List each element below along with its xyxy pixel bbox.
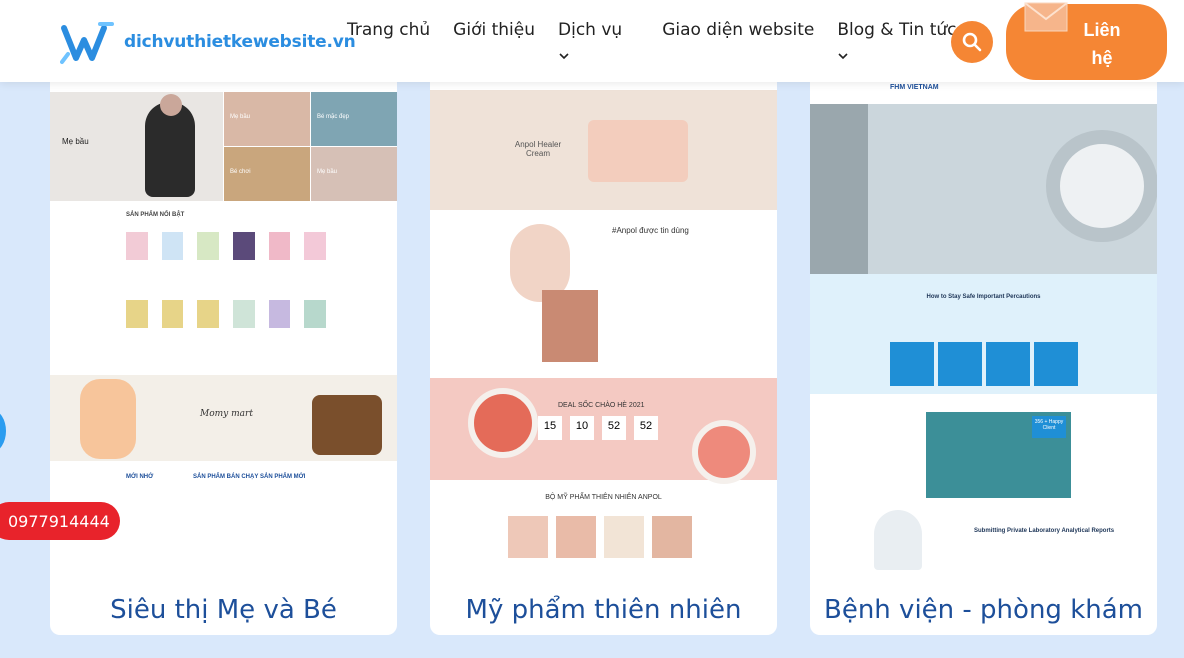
product-bottle <box>542 290 598 362</box>
countdown-hours: 10 <box>570 416 594 440</box>
compact-right <box>692 420 756 484</box>
mail-icon <box>1024 2 1068 32</box>
col-title-3: SẢN PHẨM MỚI <box>260 474 306 480</box>
product-row <box>508 516 692 558</box>
countdown-days: 15 <box>538 416 562 440</box>
tile-1-label: Mẹ bầu <box>230 114 251 120</box>
contact-button[interactable]: Liên hệ <box>1006 2 1167 80</box>
hero-title: Mẹ bầu <box>62 137 89 146</box>
doctor-figure <box>874 510 922 570</box>
hero-side-image <box>810 104 868 274</box>
col-title-2: SẢN PHẨM BÁN CHẠY <box>193 474 259 480</box>
promo-banner: Momy mart <box>50 375 397 461</box>
hero-image: Mẹ bầu <box>50 92 223 201</box>
contact-label: Liên hệ <box>1083 20 1121 68</box>
safety-section: How to Stay Safe Important Percautions <box>810 274 1157 394</box>
countdown-seconds: 52 <box>634 416 658 440</box>
template-card-cosmetics[interactable]: Anpol Healer Cream #Anpol được tin dùng … <box>430 60 777 635</box>
products-title: BỘ MỸ PHẨM THIÊN NHIÊN ANPOL <box>545 494 662 501</box>
hero-title: Anpol Healer Cream <box>514 140 562 158</box>
floating-chat-button[interactable] <box>0 410 6 452</box>
product-row-2 <box>126 300 327 340</box>
nav-services[interactable]: Dịch vụ <box>558 20 623 60</box>
main-nav: Trang chủ Giới thiệu Dịch vụ Giao diện w… <box>347 20 980 60</box>
tile-1: Mẹ bầu <box>224 92 310 146</box>
feature-tiles <box>890 342 1078 386</box>
chevron-down-icon[interactable] <box>558 50 570 62</box>
countdown: 15 10 52 52 <box>538 416 658 440</box>
template-caption[interactable]: Mỹ phẩm thiên nhiên <box>430 595 777 625</box>
nav-about[interactable]: Giới thiệu <box>453 20 535 40</box>
countdown-minutes: 52 <box>602 416 626 440</box>
tile-2: Bé mặc đẹp <box>311 92 397 146</box>
deal-title: DEAL SỐC CHÀO HÈ 2021 <box>558 402 645 409</box>
nav-blog[interactable]: Blog & Tin tức <box>837 20 957 60</box>
template-card-baby[interactable]: Mẹ bầu Mẹ bầu Bé mặc đẹp Bé chơi Mẹ bầu … <box>50 60 397 635</box>
nav-home[interactable]: Trang chủ <box>347 20 430 40</box>
section-title: SẢN PHẨM NỔI BẬT <box>126 212 185 218</box>
phone-call-button[interactable]: 0977914444 <box>0 502 120 540</box>
logo-w-icon <box>60 22 114 64</box>
section-title: How to Stay Safe Important Percautions <box>926 294 1041 300</box>
nav-blog-label: Blog & Tin tức <box>837 20 957 40</box>
chevron-down-icon[interactable] <box>837 50 849 62</box>
site-nav: FHM VIETNAM <box>810 82 1157 104</box>
banner-text: Momy mart <box>200 409 253 419</box>
tile-3: Bé chơi <box>224 147 310 201</box>
compact-left <box>468 388 538 458</box>
template-preview-cosmetics: Anpol Healer Cream #Anpol được tin dùng … <box>430 82 777 571</box>
feature-title: #Anpol được tin dùng <box>612 226 689 235</box>
tile-4: Mẹ bầu <box>311 147 397 201</box>
model-head <box>160 94 182 116</box>
ct-scanner <box>1046 130 1157 242</box>
cream-jar <box>588 120 688 182</box>
tile-3-label: Bé chơi <box>230 169 251 175</box>
template-card-hospital[interactable]: FHM VIETNAM How to Stay Safe Important P… <box>810 60 1157 635</box>
girl-figure <box>80 379 136 459</box>
template-caption[interactable]: Bệnh viện - phòng khám <box>810 595 1157 625</box>
deal-banner: DEAL SỐC CHÀO HÈ 2021 15 10 52 52 <box>430 378 777 484</box>
template-preview-baby: Mẹ bầu Mẹ bầu Bé mặc đẹp Bé chơi Mẹ bầu … <box>50 82 397 571</box>
template-preview-hospital: FHM VIETNAM How to Stay Safe Important P… <box>810 82 1157 571</box>
bag-image <box>312 395 382 455</box>
happy-client-badge: 356 + Happy Client <box>1032 416 1066 438</box>
surgery-image: 356 + Happy Client <box>926 412 1071 498</box>
tile-2-label: Bé mặc đẹp <box>317 114 350 120</box>
site-header: dichvuthietkewebsite.vn Trang chủ Giới t… <box>0 0 1184 82</box>
product-row-1 <box>126 232 327 272</box>
hero-image: Anpol Healer Cream <box>430 90 777 210</box>
logo-text: dichvuthietkewebsite.vn <box>124 32 356 52</box>
model-figure <box>145 102 195 197</box>
template-caption[interactable]: Siêu thị Mẹ và Bé <box>50 595 397 625</box>
nav-services-label: Dịch vụ <box>558 20 623 40</box>
hero-image <box>810 104 1157 274</box>
brand-logo: FHM VIETNAM <box>890 84 939 91</box>
search-button[interactable] <box>951 21 993 63</box>
search-icon <box>962 32 982 52</box>
nav-templates[interactable]: Giao diện website <box>662 20 814 40</box>
report-title: Submitting Private Laboratory Analytical… <box>974 528 1115 534</box>
tile-4-label: Mẹ bầu <box>317 169 338 175</box>
site-logo[interactable]: dichvuthietkewebsite.vn <box>60 18 356 66</box>
col-title-1: MỚI NHỚ <box>126 474 154 480</box>
